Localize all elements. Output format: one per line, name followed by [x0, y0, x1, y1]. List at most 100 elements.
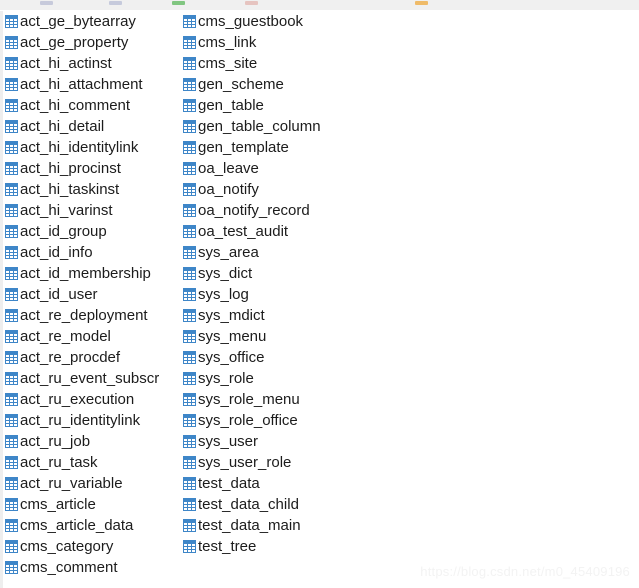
table-list-item[interactable]: act_ru_identitylink — [3, 410, 175, 431]
table-list-item[interactable]: oa_test_audit — [181, 221, 481, 242]
table-name-label: act_id_user — [20, 286, 98, 303]
table-list-item[interactable]: sys_log — [181, 284, 481, 305]
table-name-label: cms_article — [20, 496, 96, 513]
table-list-item[interactable]: act_hi_comment — [3, 95, 175, 116]
table-list-item[interactable]: act_hi_attachment — [3, 74, 175, 95]
table-list-item[interactable]: gen_template — [181, 137, 481, 158]
table-icon — [183, 141, 196, 154]
table-list-item[interactable]: sys_area — [181, 242, 481, 263]
table-list-item[interactable]: cms_article — [3, 494, 175, 515]
table-icon — [183, 477, 196, 490]
table-icon — [183, 57, 196, 70]
table-list-item[interactable]: cms_site — [181, 53, 481, 74]
table-list-item[interactable]: sys_mdict — [181, 305, 481, 326]
table-list-item[interactable]: act_ge_bytearray — [3, 11, 175, 32]
table-icon — [5, 36, 18, 49]
table-list-item[interactable]: act_hi_procinst — [3, 158, 175, 179]
table-list-item[interactable]: cms_category — [3, 536, 175, 557]
table-name-label: act_ge_bytearray — [20, 13, 136, 30]
table-list-item[interactable]: act_ru_event_subscr — [3, 368, 175, 389]
table-icon — [5, 435, 18, 448]
table-icon — [5, 78, 18, 91]
table-list-item[interactable]: cms_link — [181, 32, 481, 53]
table-list-item[interactable]: oa_notify_record — [181, 200, 481, 221]
table-list-item[interactable]: cms_comment — [3, 557, 175, 578]
table-list-item[interactable]: act_ge_property — [3, 32, 175, 53]
table-list-item[interactable]: sys_user_role — [181, 452, 481, 473]
table-list-item[interactable]: act_ru_execution — [3, 389, 175, 410]
table-list-item[interactable]: act_re_procdef — [3, 347, 175, 368]
table-list-item[interactable]: gen_scheme — [181, 74, 481, 95]
table-list-item[interactable]: act_re_model — [3, 326, 175, 347]
table-name-label: act_hi_identitylink — [20, 139, 139, 156]
table-list-item[interactable]: oa_notify — [181, 179, 481, 200]
table-name-label: sys_mdict — [198, 307, 265, 324]
table-icon — [183, 36, 196, 49]
table-list-item[interactable]: sys_dict — [181, 263, 481, 284]
table-icon — [5, 183, 18, 196]
table-list-item[interactable]: test_data_child — [181, 494, 481, 515]
table-list-item[interactable]: oa_leave — [181, 158, 481, 179]
table-icon — [5, 372, 18, 385]
table-icon — [5, 162, 18, 175]
table-name-label: sys_office — [198, 349, 265, 366]
table-icon — [5, 351, 18, 364]
database-object-browser: act_ge_bytearray act_ge_property act_hi_ac… — [0, 0, 639, 588]
table-list-item[interactable]: test_tree — [181, 536, 481, 557]
table-name-label: act_re_procdef — [20, 349, 121, 366]
table-list-item[interactable]: act_hi_taskinst — [3, 179, 175, 200]
table-icon — [183, 540, 196, 553]
toolbar-icon-5[interactable] — [415, 1, 428, 5]
table-list-item[interactable]: act_id_user — [3, 284, 175, 305]
table-icon — [5, 267, 18, 280]
table-name-label: act_hi_comment — [20, 97, 131, 114]
table-list-item[interactable]: act_id_group — [3, 221, 175, 242]
toolbar-icon-3[interactable] — [172, 1, 185, 5]
table-icon — [5, 519, 18, 532]
table-list-item[interactable]: gen_table_column — [181, 116, 481, 137]
table-icon — [183, 246, 196, 259]
table-icon — [183, 120, 196, 133]
table-list-item[interactable]: act_hi_actinst — [3, 53, 175, 74]
table-name-label: act_ru_identitylink — [20, 412, 141, 429]
table-icon — [183, 351, 196, 364]
toolbar-strip — [0, 0, 639, 11]
table-list-item[interactable]: act_ru_job — [3, 431, 175, 452]
toolbar-icon-1[interactable] — [40, 1, 53, 5]
toolbar-icon-4[interactable] — [245, 1, 258, 5]
table-list-item[interactable]: act_hi_detail — [3, 116, 175, 137]
table-list-item[interactable]: cms_article_data — [3, 515, 175, 536]
table-list-item[interactable]: gen_table — [181, 95, 481, 116]
table-name-label: oa_notify — [198, 181, 259, 198]
table-name-label: test_data — [198, 475, 260, 492]
table-name-label: sys_user_role — [198, 454, 292, 471]
table-list-item[interactable]: sys_role_menu — [181, 389, 481, 410]
table-name-label: gen_template — [198, 139, 289, 156]
table-name-label: cms_site — [198, 55, 258, 72]
table-name-label: act_ru_execution — [20, 391, 135, 408]
table-list-item[interactable]: test_data — [181, 473, 481, 494]
table-list-item[interactable]: act_ru_variable — [3, 473, 175, 494]
table-list-item[interactable]: act_hi_identitylink — [3, 137, 175, 158]
table-list-item[interactable]: sys_office — [181, 347, 481, 368]
table-list-item[interactable]: act_hi_varinst — [3, 200, 175, 221]
table-icon — [5, 330, 18, 343]
table-column-right: cms_guestbook cms_link cms_site gen_scheme g… — [181, 11, 481, 588]
table-list-item[interactable]: act_id_info — [3, 242, 175, 263]
table-icon — [5, 246, 18, 259]
table-list-item[interactable]: act_re_deployment — [3, 305, 175, 326]
table-list-item[interactable]: act_ru_task — [3, 452, 175, 473]
table-list-item[interactable]: test_data_main — [181, 515, 481, 536]
table-icon — [5, 498, 18, 511]
table-list-item[interactable]: act_id_membership — [3, 263, 175, 284]
table-name-label: cms_guestbook — [198, 13, 304, 30]
table-list-item[interactable]: sys_role_office — [181, 410, 481, 431]
table-list-item[interactable]: cms_guestbook — [181, 11, 481, 32]
table-list-item[interactable]: sys_menu — [181, 326, 481, 347]
table-list-item[interactable]: sys_user — [181, 431, 481, 452]
database-table-list[interactable]: act_ge_bytearray act_ge_property act_hi_ac… — [3, 11, 639, 588]
toolbar-icon-2[interactable] — [109, 1, 122, 5]
table-list-item[interactable]: sys_role — [181, 368, 481, 389]
table-icon — [183, 78, 196, 91]
table-icon — [183, 204, 196, 217]
